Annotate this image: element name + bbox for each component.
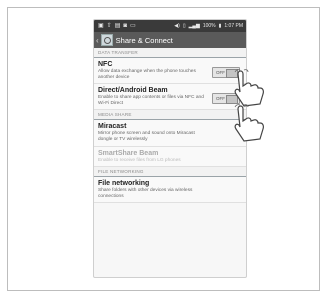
volume-icon: ◀) — [174, 23, 180, 29]
setting-description: Mirror phone screen and sound onto Mirac… — [98, 131, 195, 142]
nfc-toggle[interactable]: OFF — [212, 67, 240, 78]
status-bar: ▣ ⇧ ▤ ◙ ▭ ◀) ▯ ▂▄▆ 100% ▮ 1:07 PM — [94, 20, 246, 32]
setting-file-networking[interactable]: File networking Share folders with other… — [94, 177, 246, 204]
message-icon: ▭ — [130, 23, 136, 29]
section-header-data-transfer: DATA TRANSFER — [94, 48, 246, 58]
image-icon: ▤ — [114, 23, 121, 29]
setting-direct-android-beam[interactable]: Direct/Android Beam Enable to share app … — [94, 84, 246, 111]
setting-title: File networking — [98, 180, 150, 188]
setting-miracast[interactable]: Miracast Mirror phone screen and sound o… — [94, 120, 246, 147]
phone-screen: ▣ ⇧ ▤ ◙ ▭ ◀) ▯ ▂▄▆ 100% ▮ 1:07 PM ‹ Shar… — [93, 19, 247, 278]
toggle-state-label: OFF — [216, 70, 225, 75]
page-title: Share & Connect — [115, 35, 173, 45]
setting-description: Allow data exchange when the phone touch… — [98, 69, 196, 80]
back-chevron-icon[interactable]: ‹ — [96, 36, 99, 45]
battery-percent: 100% — [202, 23, 216, 29]
settings-list: DATA TRANSFER NFC Allow data exchange wh… — [94, 48, 246, 204]
sim-icon: ▣ — [98, 23, 104, 29]
nfc-status-icon: ▯ — [182, 23, 186, 29]
bag-icon: ◙ — [123, 23, 127, 29]
toggle-knob — [226, 69, 238, 78]
toggle-knob — [226, 95, 238, 105]
setting-description: Share folders with other devices via wir… — [98, 188, 193, 199]
upload-icon: ⇧ — [106, 23, 112, 29]
toggle-state-label: OFF — [216, 96, 225, 102]
setting-description: Enable to share app contents or files vi… — [98, 95, 204, 106]
illustration-frame: ▣ ⇧ ▤ ◙ ▭ ◀) ▯ ▂▄▆ 100% ▮ 1:07 PM ‹ Shar… — [7, 7, 320, 291]
setting-description: Enable to receive files from LG phones — [98, 157, 181, 163]
android-beam-toggle[interactable]: OFF — [212, 93, 240, 105]
clock: 1:07 PM — [224, 23, 243, 29]
signal-icon: ▂▄▆ — [188, 23, 200, 29]
setting-nfc[interactable]: NFC Allow data exchange when the phone t… — [94, 58, 246, 85]
setting-smartshare-beam: SmartShare Beam Enable to receive files … — [94, 146, 246, 168]
section-header-file-networking: FILE NETWORKING — [94, 167, 246, 178]
battery-icon: ▮ — [218, 23, 222, 29]
action-bar: ‹ Share & Connect — [94, 32, 246, 48]
setting-title: Miracast — [98, 123, 127, 131]
share-connect-app-icon — [100, 34, 113, 46]
section-header-media-share: MEDIA SHARE — [94, 110, 246, 121]
setting-title: SmartShare Beam — [98, 149, 159, 157]
